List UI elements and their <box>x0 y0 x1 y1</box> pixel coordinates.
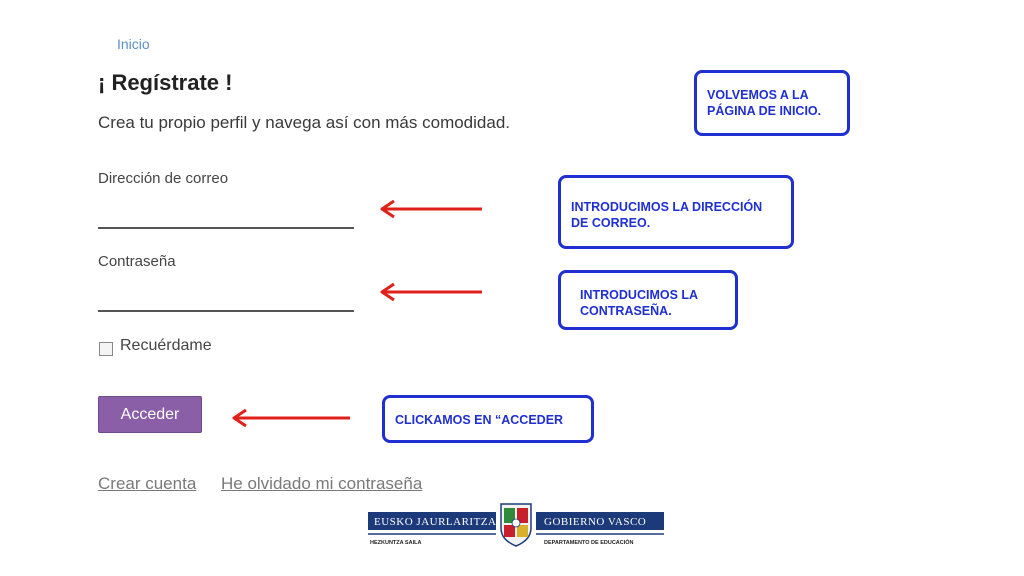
create-account-link[interactable]: Crear cuenta <box>98 474 196 494</box>
gobierno-vasco-logo: EUSKO JAURLARITZA GOBIERNO VASCO HEZKUNT… <box>368 503 664 547</box>
logo-right-sub: DEPARTAMENTO DE EDUCACIÓN <box>544 538 634 546</box>
forgot-password-link[interactable]: He olvidado mi contraseña <box>221 474 422 494</box>
email-field[interactable] <box>98 205 354 229</box>
password-field[interactable] <box>98 288 354 312</box>
logo-left-sub: HEZKUNTZA SAILA <box>370 540 421 546</box>
page-title: ¡ Regístrate ! <box>98 70 233 95</box>
callout-correo-text: INTRODUCIMOS LA DIRECCIÓN DE CORREO. <box>571 200 763 230</box>
logo-right-title: GOBIERNO VASCO <box>544 516 646 528</box>
page-subtitle: Crea tu propio perfil y navega así con m… <box>98 113 511 132</box>
inicio-link[interactable]: Inicio <box>117 36 150 52</box>
callout-contrasena-text: INTRODUCIMOS LA CONTRASEÑA. <box>580 288 698 318</box>
callout-inicio: VOLVEMOS A LA PÁGINA DE INICIO. <box>694 70 850 136</box>
logo-left-title: EUSKO JAURLARITZA <box>374 516 496 528</box>
remember-label: Recuérdame <box>120 337 212 354</box>
acceder-button[interactable]: Acceder <box>98 396 202 433</box>
left-arrow-icon <box>380 199 482 219</box>
callout-inicio-text: VOLVEMOS A LA PÁGINA DE INICIO. <box>707 88 822 118</box>
email-label: Dirección de correo <box>98 170 229 187</box>
left-arrow-icon <box>380 282 482 302</box>
callout-contrasena: INTRODUCIMOS LA CONTRASEÑA. <box>558 270 738 330</box>
left-arrow-icon <box>232 408 350 428</box>
callout-acceder-text: CLICKAMOS EN “ACCEDER <box>395 413 564 427</box>
password-label: Contraseña <box>98 253 176 270</box>
callout-acceder: CLICKAMOS EN “ACCEDER <box>382 395 594 443</box>
remember-checkbox[interactable] <box>99 342 113 356</box>
callout-correo: INTRODUCIMOS LA DIRECCIÓN DE CORREO. <box>558 175 794 249</box>
coat-of-arms-icon <box>500 503 532 547</box>
